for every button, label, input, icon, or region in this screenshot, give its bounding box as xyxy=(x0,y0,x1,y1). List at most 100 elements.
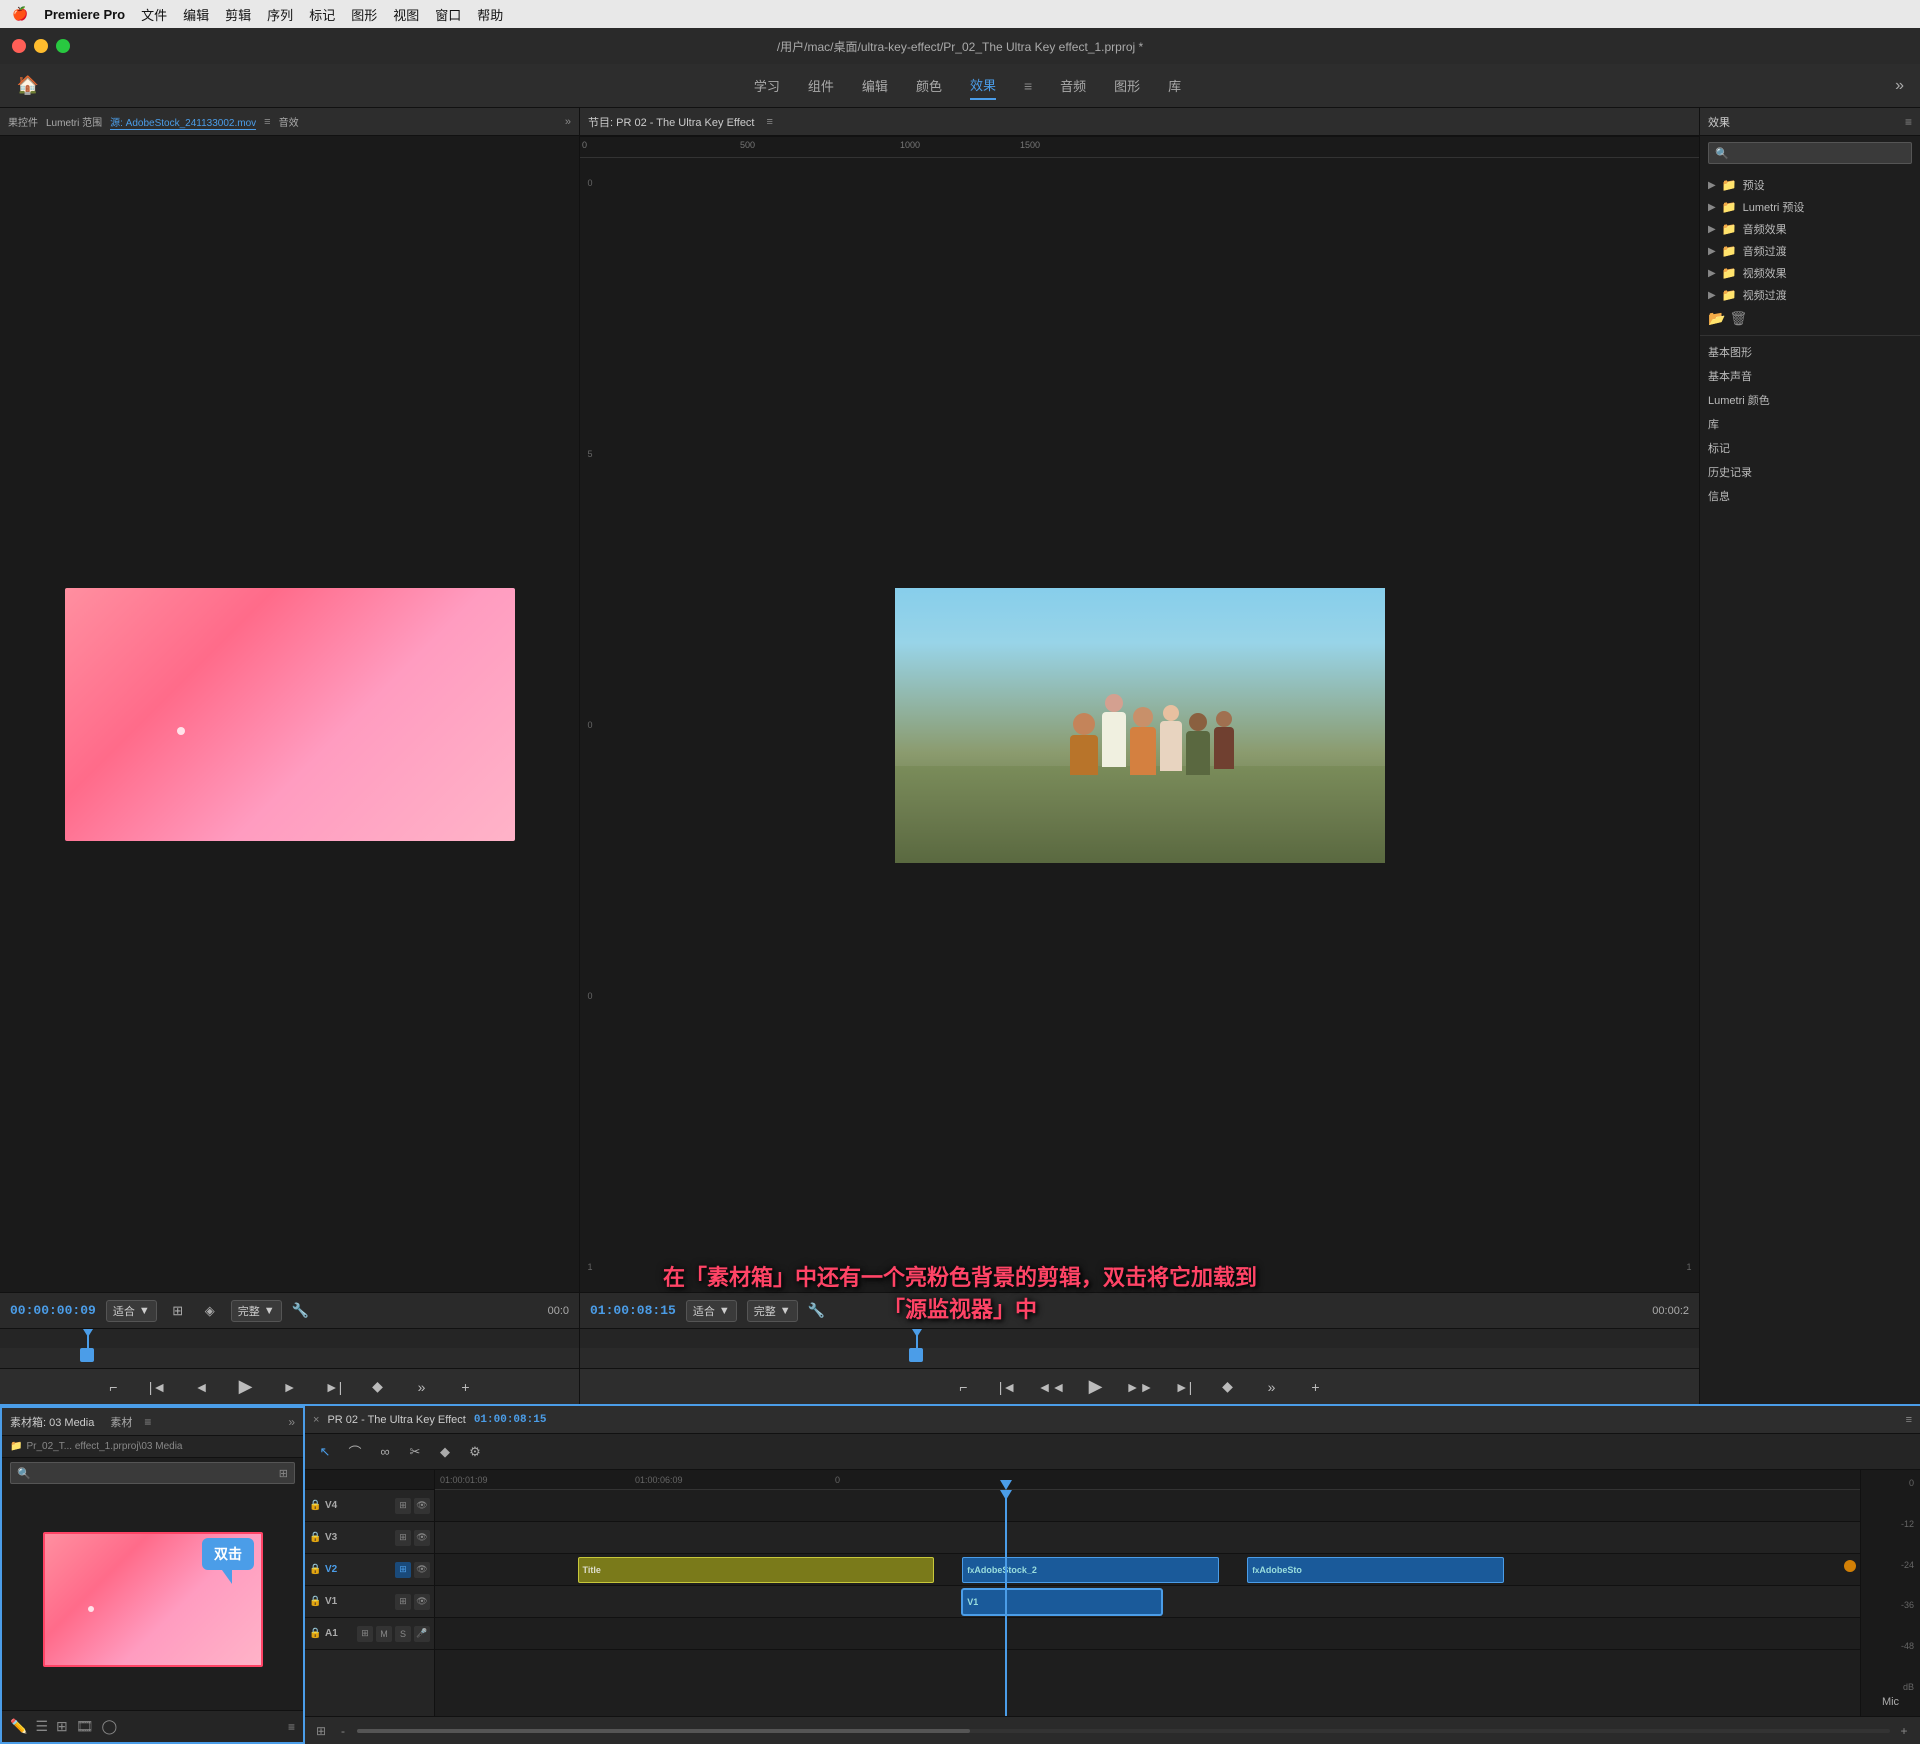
bin-more-icon[interactable]: ≡ xyxy=(288,1720,295,1734)
v2-visibility-icon[interactable]: ⊞ xyxy=(395,1562,411,1578)
a1-mic-icon[interactable]: 🎤 xyxy=(414,1626,430,1642)
program-wrench-icon[interactable]: 🔧 xyxy=(808,1302,825,1319)
effects-section-library[interactable]: 库 xyxy=(1700,412,1920,436)
program-add-btn[interactable]: + xyxy=(1302,1373,1330,1401)
program-go-to-in-btn[interactable]: |◄ xyxy=(994,1373,1022,1401)
source-expand-icon[interactable]: » xyxy=(565,116,571,128)
source-tab-menu-icon[interactable]: ≡ xyxy=(264,116,270,128)
apple-menu[interactable]: 🍎 xyxy=(12,6,28,22)
timeline-timecode-display[interactable]: 01:00:08:15 xyxy=(474,1414,547,1426)
source-lumetri-tab[interactable]: Lumetri 范围 xyxy=(46,114,102,129)
tl-ripple-tool[interactable]: ⌒ xyxy=(343,1440,367,1464)
v2-lock-icon[interactable]: 🔒 xyxy=(309,1564,321,1576)
program-more-btn[interactable]: » xyxy=(1258,1373,1286,1401)
tab-libraries[interactable]: 库 xyxy=(1168,72,1181,99)
bin-search-options-icon[interactable]: ⊞ xyxy=(279,1467,288,1480)
timeline-menu-icon[interactable]: ≡ xyxy=(1906,1414,1912,1426)
a1-sync-icon[interactable]: ⊞ xyxy=(357,1626,373,1642)
toolbar-expand-icon[interactable]: » xyxy=(1895,77,1904,95)
close-button[interactable] xyxy=(12,39,26,53)
program-scrubber[interactable] xyxy=(580,1348,1699,1368)
source-play-btn[interactable]: ▶ xyxy=(232,1373,260,1401)
program-next-frame-btn[interactable]: ►► xyxy=(1126,1373,1154,1401)
program-fit-dropdown[interactable]: 适合 ▼ xyxy=(686,1300,737,1322)
minimize-button[interactable] xyxy=(34,39,48,53)
source-wrench-icon[interactable]: 🔧 xyxy=(292,1302,309,1319)
source-export-frame-icon[interactable]: ◈ xyxy=(199,1300,221,1322)
a1-lock-icon[interactable]: 🔒 xyxy=(309,1628,321,1640)
clip-adobestock-1[interactable]: fx AdobeStock_2 xyxy=(962,1557,1219,1583)
tab-edit[interactable]: 编辑 xyxy=(862,72,888,99)
effects-category-lumetri-presets[interactable]: ▶ 📁 Lumetri 预设 xyxy=(1700,196,1920,218)
v4-visibility-icon[interactable]: ⊞ xyxy=(395,1498,411,1514)
v2-eye-icon[interactable]: 👁 xyxy=(414,1562,430,1578)
effects-section-basic-graphics[interactable]: 基本图形 xyxy=(1700,340,1920,364)
v3-eye-icon[interactable]: 👁 xyxy=(414,1530,430,1546)
program-mark-in-btn[interactable]: ⌐ xyxy=(950,1373,978,1401)
program-play-btn[interactable]: ▶ xyxy=(1082,1373,1110,1401)
effects-category-video-fx[interactable]: ▶ 📁 视频效果 xyxy=(1700,262,1920,284)
effects-search-box[interactable]: 🔍 xyxy=(1708,142,1912,164)
v1-visibility-icon[interactable]: ⊞ xyxy=(395,1594,411,1610)
media-bin-tab2[interactable]: 素材 xyxy=(110,1414,132,1430)
clip-v1-blue[interactable]: V1 xyxy=(962,1589,1162,1615)
tl-link-tool[interactable]: ∞ xyxy=(373,1440,397,1464)
v3-visibility-icon[interactable]: ⊞ xyxy=(395,1530,411,1546)
source-timecode[interactable]: 00:00:00:09 xyxy=(10,1303,96,1318)
menu-edit[interactable]: 编辑 xyxy=(183,5,209,24)
maximize-button[interactable] xyxy=(56,39,70,53)
bin-filmstrip-icon[interactable]: 🎞 xyxy=(76,1718,94,1735)
source-add-marker-btn[interactable]: ◆ xyxy=(364,1373,392,1401)
menu-view[interactable]: 视图 xyxy=(393,5,419,24)
source-quality-dropdown[interactable]: 完整 ▼ xyxy=(231,1300,282,1322)
effects-section-essential-sound[interactable]: 基本声音 xyxy=(1700,364,1920,388)
tab-color[interactable]: 颜色 xyxy=(916,72,942,99)
clip-adobestock-2[interactable]: fx AdobeSto xyxy=(1247,1557,1504,1583)
v3-lock-icon[interactable]: 🔒 xyxy=(309,1532,321,1544)
tab-graphics[interactable]: 图形 xyxy=(1114,72,1140,99)
source-panel-tab-controls[interactable]: 果控件 xyxy=(8,114,38,129)
menu-marker[interactable]: 标记 xyxy=(309,5,335,24)
effects-section-info[interactable]: 信息 xyxy=(1700,484,1920,508)
effects-menu-icon[interactable]: ≡ xyxy=(1905,115,1912,129)
source-more-btn[interactable]: » xyxy=(408,1373,436,1401)
v4-lock-icon[interactable]: 🔒 xyxy=(309,1500,321,1512)
clip-title[interactable]: Title xyxy=(578,1557,934,1583)
menu-sequence[interactable]: 序列 xyxy=(267,5,293,24)
bin-pencil-icon[interactable]: ✏️ xyxy=(10,1718,27,1735)
effects-category-audio-transitions[interactable]: ▶ 📁 音频过渡 xyxy=(1700,240,1920,262)
source-settings-icon1[interactable]: ⊞ xyxy=(167,1300,189,1322)
tl-selection-tool[interactable]: ↖ xyxy=(313,1440,337,1464)
v1-eye-icon[interactable]: 👁 xyxy=(414,1594,430,1610)
program-menu-icon[interactable]: ≡ xyxy=(767,116,773,128)
source-clip-tab[interactable]: 源: AdobeStock_241133002.mov xyxy=(110,114,256,130)
a1-solo-btn[interactable]: S xyxy=(395,1626,411,1642)
effects-new-folder-icon[interactable]: 📂 xyxy=(1708,310,1725,327)
source-go-to-in-btn[interactable]: |◄ xyxy=(144,1373,172,1401)
home-icon[interactable]: 🏠 xyxy=(16,74,40,98)
effects-section-history[interactable]: 历史记录 xyxy=(1700,460,1920,484)
v1-lock-icon[interactable]: 🔒 xyxy=(309,1596,321,1608)
program-prev-frame-btn[interactable]: ◄◄ xyxy=(1038,1373,1066,1401)
tl-fit-btn[interactable]: ⊞ xyxy=(313,1723,329,1739)
tab-audio[interactable]: 音频 xyxy=(1060,72,1086,99)
effects-delete-icon[interactable]: 🗑 xyxy=(1729,310,1747,327)
source-audio-tab[interactable]: 音效 xyxy=(279,114,299,129)
program-scrubber-head[interactable] xyxy=(909,1348,923,1362)
timeline-tab-close[interactable]: × xyxy=(313,1414,319,1426)
source-scrubber[interactable] xyxy=(0,1348,579,1368)
source-add-btn[interactable]: + xyxy=(452,1373,480,1401)
program-timecode[interactable]: 01:00:08:15 xyxy=(590,1303,676,1318)
effects-category-video-transitions[interactable]: ▶ 📁 视频过渡 xyxy=(1700,284,1920,306)
tab-learn[interactable]: 学习 xyxy=(754,72,780,99)
source-mark-in-btn[interactable]: ⌐ xyxy=(100,1373,128,1401)
v4-eye-icon[interactable]: 👁 xyxy=(414,1498,430,1514)
menu-window[interactable]: 窗口 xyxy=(435,5,461,24)
source-scrubber-head[interactable] xyxy=(80,1348,94,1362)
tl-zoom-in-btn[interactable]: + xyxy=(1896,1723,1912,1739)
menu-file[interactable]: 文件 xyxy=(141,5,167,24)
tab-effects[interactable]: 效果 xyxy=(970,71,996,100)
menu-help[interactable]: 帮助 xyxy=(477,5,503,24)
tab-assembly[interactable]: 组件 xyxy=(808,72,834,99)
menu-clip[interactable]: 剪辑 xyxy=(225,5,251,24)
